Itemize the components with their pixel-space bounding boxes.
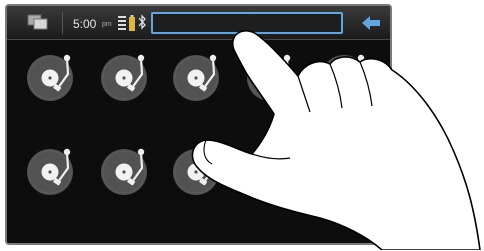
signal-icon xyxy=(118,15,126,31)
grid-tile[interactable] xyxy=(97,144,151,198)
turntable-icon xyxy=(97,54,151,108)
turntable-icon xyxy=(97,148,151,202)
pointing-hand-overlay xyxy=(191,30,481,250)
grid-tile[interactable] xyxy=(23,144,77,198)
bluetooth-icon xyxy=(138,13,147,31)
turntable-icon xyxy=(23,148,77,202)
battery-icon xyxy=(129,15,135,31)
grid-tile[interactable] xyxy=(97,50,151,104)
clock-ampm: pm xyxy=(102,21,112,28)
turntable-icon xyxy=(23,54,77,108)
status-divider xyxy=(62,12,63,34)
clock-time: 5:00 xyxy=(73,17,97,31)
task-switcher-icon[interactable] xyxy=(27,14,49,30)
grid-tile[interactable] xyxy=(23,50,77,104)
